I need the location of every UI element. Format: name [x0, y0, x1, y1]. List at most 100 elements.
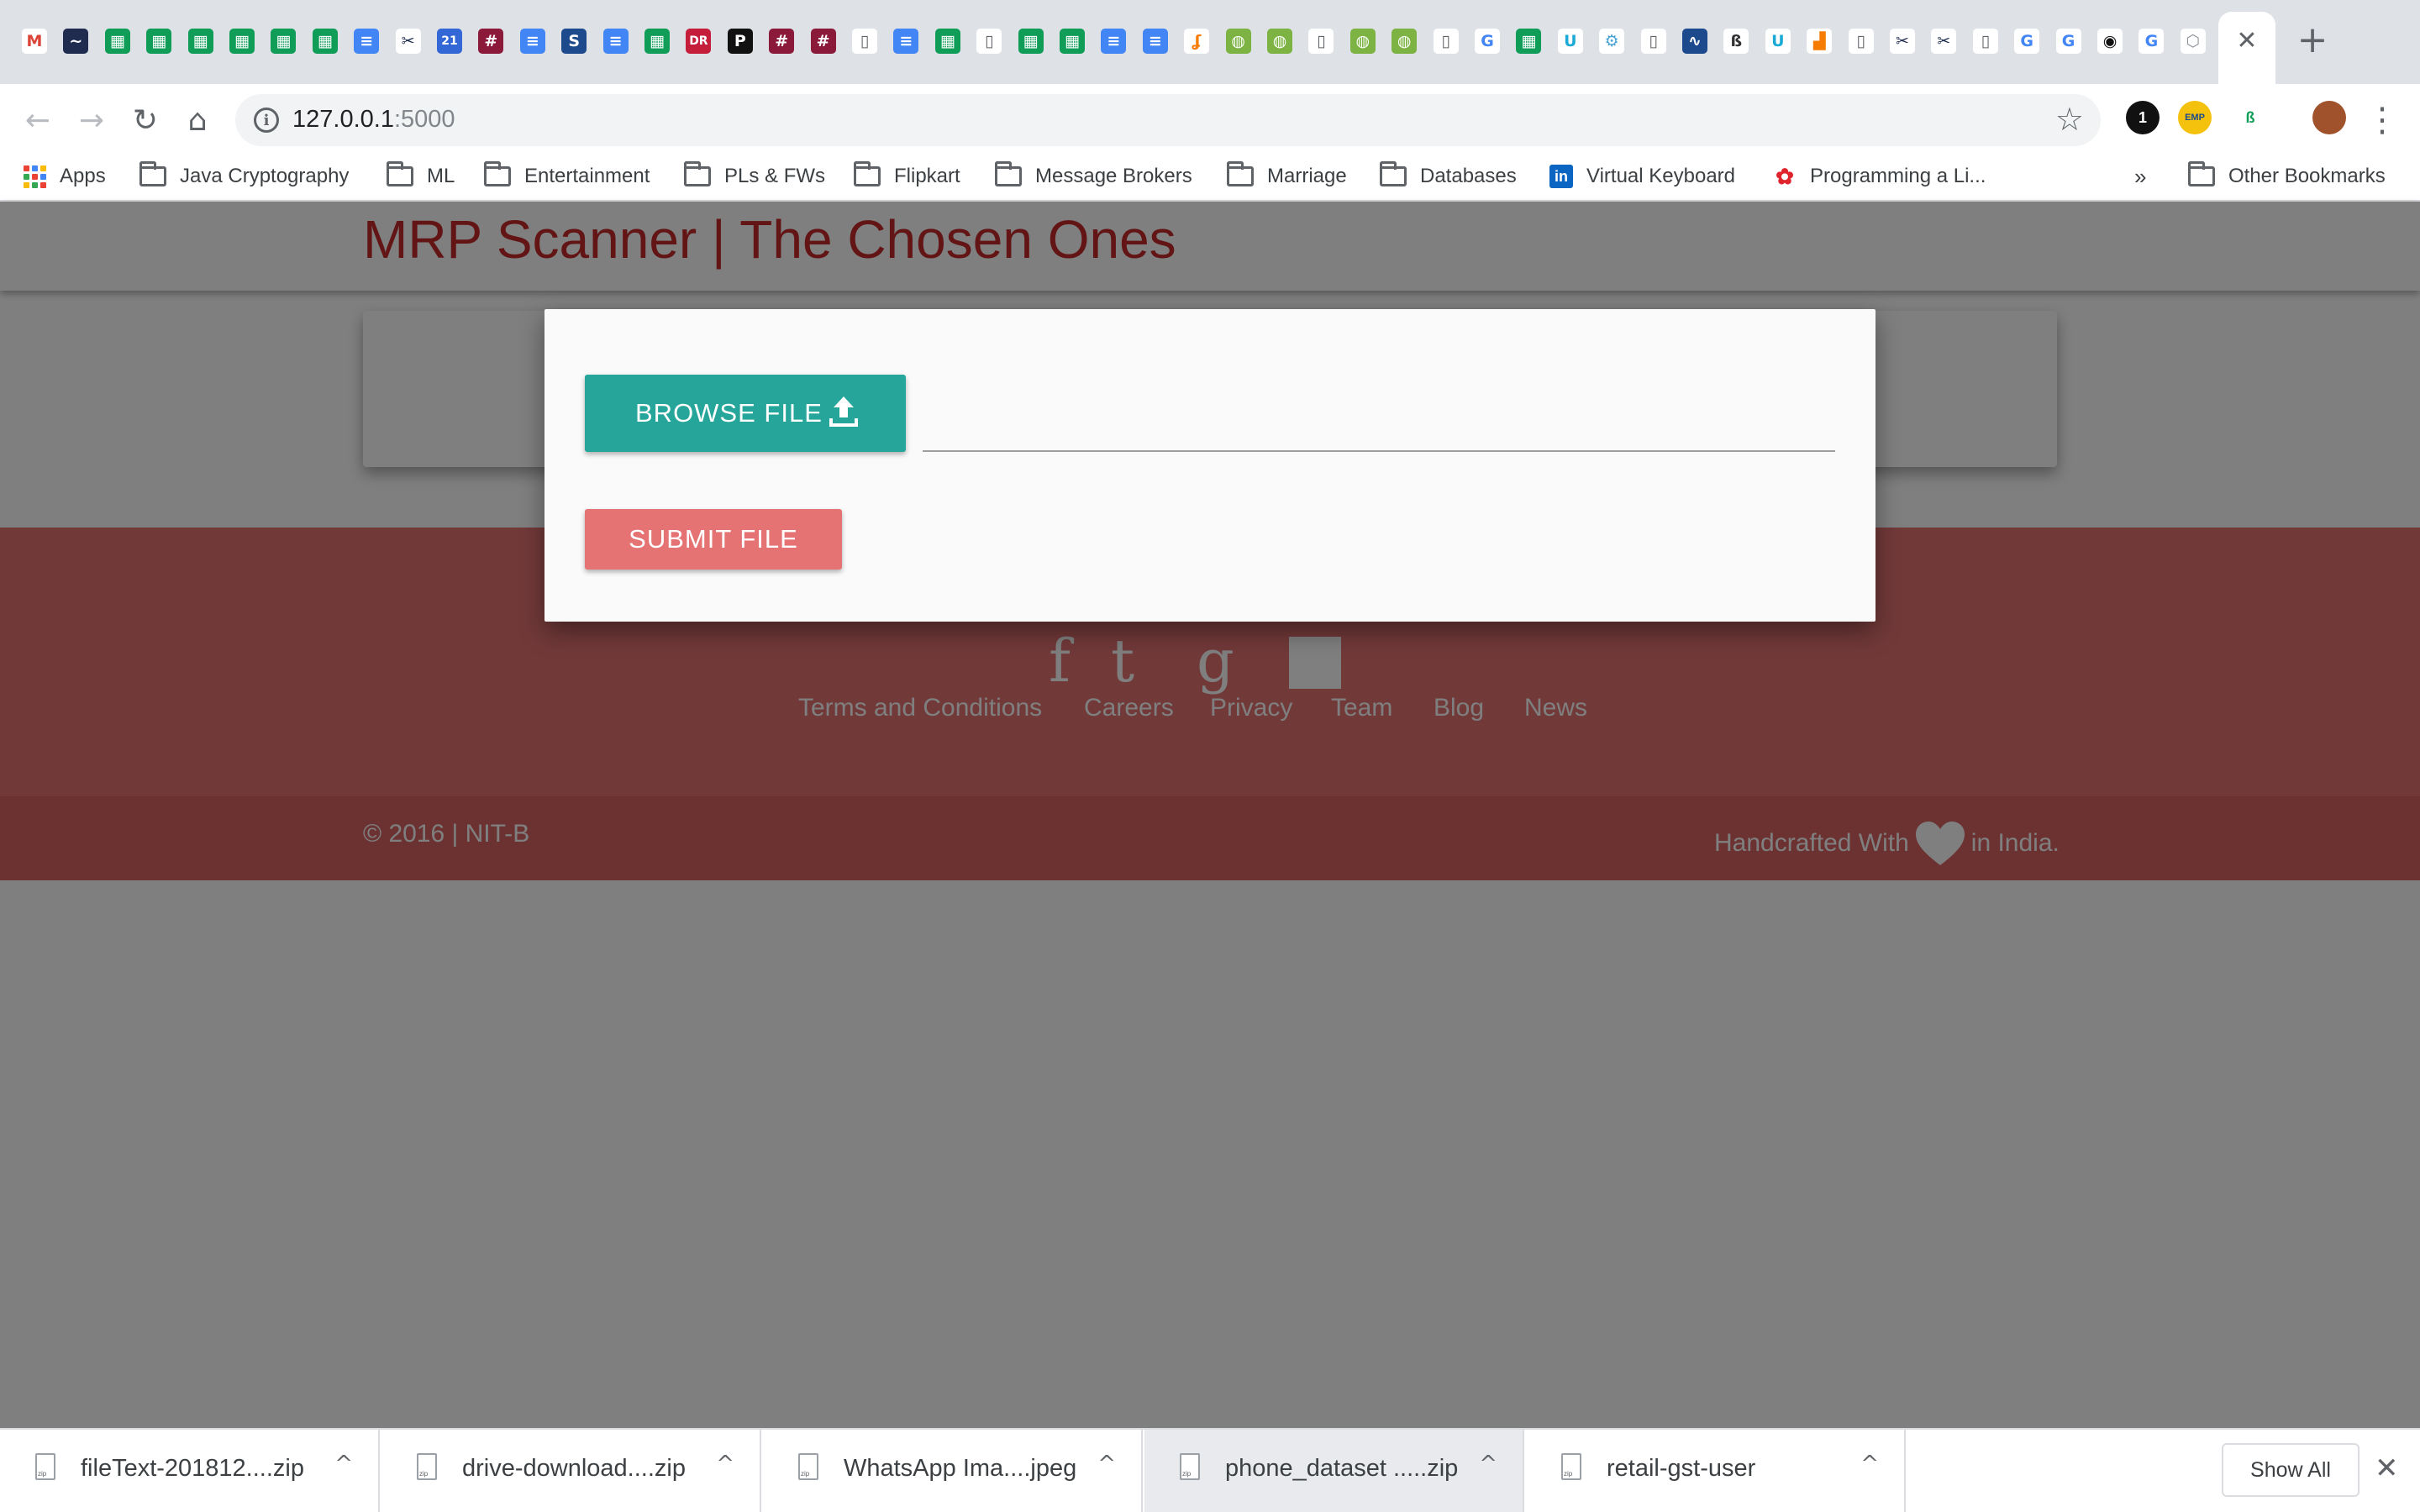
p-icon[interactable]: P [727, 29, 753, 54]
bookmark-other[interactable]: Other Bookmarks [2188, 153, 2386, 200]
bookmark-label: Programming a Li... [1810, 165, 1986, 187]
hashtag-icon[interactable]: # [478, 29, 504, 54]
google-icon[interactable]: G [2055, 29, 2081, 54]
address-bar[interactable]: i 127.0.0.1:5000 ☆ [235, 94, 2101, 146]
bookmark-item[interactable]: in Virtual Keyboard [1549, 153, 1735, 200]
bookmark-item[interactable]: PLs & FWs [684, 153, 825, 200]
chevron-up-icon[interactable]: ^ [716, 1452, 734, 1477]
chart-icon[interactable]: ▟ [1807, 29, 1833, 54]
file-icon[interactable]: ▯ [852, 29, 877, 54]
onepassword-icon[interactable]: 1 [2126, 101, 2160, 134]
close-tab-icon[interactable]: ✕ [2232, 25, 2262, 55]
sheets-icon[interactable]: ▦ [229, 29, 255, 54]
file-icon[interactable]: ▯ [1848, 29, 1874, 54]
chevron-up-icon[interactable]: ^ [1097, 1452, 1116, 1477]
file-icon[interactable]: ▯ [1972, 29, 1998, 54]
bookmark-item[interactable]: Entertainment [484, 153, 650, 200]
scissors-icon[interactable]: ✂ [1931, 29, 1957, 54]
bookmark-item[interactable]: Flipkart [854, 153, 960, 200]
udemy-icon[interactable]: U [1557, 29, 1583, 54]
globe-icon[interactable]: ◍ [1267, 29, 1292, 54]
file-path-input[interactable] [923, 402, 1835, 452]
download-item[interactable]: drive-download....zip ^ [381, 1430, 761, 1512]
sheets-icon[interactable]: ▦ [312, 29, 338, 54]
file-icon[interactable]: ▯ [1640, 29, 1666, 54]
google-icon[interactable]: G [1475, 29, 1500, 54]
docs-icon[interactable]: ≡ [1101, 29, 1127, 54]
emp-icon[interactable]: EMP [2178, 101, 2212, 134]
show-all-downloads-button[interactable]: Show All [2222, 1443, 2360, 1497]
wave-icon[interactable]: ∿ [1682, 29, 1707, 54]
sheets-icon[interactable]: ▦ [934, 29, 960, 54]
browser-menu-icon[interactable]: ⋮ [2365, 99, 2399, 141]
bookmark-item[interactable]: Databases [1380, 153, 1517, 200]
file-icon[interactable]: ▯ [1308, 29, 1334, 54]
dr-icon[interactable]: DR [686, 29, 712, 54]
new-tab-button[interactable]: + [2294, 22, 2331, 59]
file-icon[interactable]: ▯ [1433, 29, 1459, 54]
bookmark-apps[interactable]: Apps [24, 153, 106, 200]
globe-icon[interactable]: ◍ [1225, 29, 1251, 54]
scissors-icon[interactable]: ✂ [1890, 29, 1915, 54]
hashtag-icon[interactable]: # [810, 29, 836, 54]
browse-file-button[interactable]: BROWSE FILE [585, 375, 906, 452]
docs-icon[interactable]: ≡ [602, 29, 629, 54]
sheets-icon[interactable]: ▦ [146, 29, 172, 54]
lock-icon[interactable]: ß [1723, 29, 1749, 54]
profile-avatar-icon[interactable] [2312, 101, 2346, 134]
download-item[interactable]: phone_dataset .....zip ^ [1144, 1430, 1524, 1512]
docs-icon[interactable]: ≡ [354, 29, 380, 54]
bookmark-item[interactable]: Java Cryptography [139, 153, 349, 200]
bookmark-star-icon[interactable]: ☆ [2055, 101, 2084, 138]
gear-icon[interactable]: ⚙ [1599, 29, 1625, 54]
chevron-up-icon[interactable]: ^ [1479, 1452, 1497, 1477]
bookmark-item[interactable]: ML [387, 153, 455, 200]
google-icon[interactable]: G [2139, 29, 2165, 54]
bookmark-item[interactable]: Message Brokers [995, 153, 1192, 200]
globe-icon[interactable]: ◍ [1349, 29, 1376, 54]
flame-icon[interactable]: ʆ [1184, 29, 1210, 54]
close-shelf-icon[interactable]: ✕ [2375, 1452, 2399, 1485]
gmail-icon[interactable]: M [22, 29, 47, 54]
sheets-icon[interactable]: ▦ [104, 29, 130, 54]
globe-icon[interactable]: ◍ [1392, 29, 1418, 54]
chevron-up-icon[interactable]: ^ [334, 1452, 353, 1477]
home-button[interactable]: ⌂ [176, 99, 218, 141]
sheets-icon[interactable]: ▦ [1060, 29, 1085, 54]
info-icon[interactable]: i [254, 108, 279, 133]
site-icon[interactable]: ~ [63, 29, 89, 54]
forward-button[interactable]: → [71, 99, 113, 141]
chevron-up-icon[interactable]: ^ [1860, 1452, 1879, 1477]
docs-icon[interactable]: ≡ [519, 29, 545, 54]
sheets-icon[interactable]: ▦ [271, 29, 297, 54]
hashtag-icon[interactable]: # [769, 29, 795, 54]
bookmark-item[interactable]: ✿ Programming a Li... [1773, 153, 1986, 200]
udemy-icon[interactable]: U [1765, 29, 1791, 54]
download-filename: drive-download....zip [462, 1455, 686, 1482]
sheets-icon[interactable]: ▦ [644, 29, 670, 54]
calendar-icon[interactable]: 21 [437, 29, 462, 54]
submit-file-button[interactable]: SUBMIT FILE [585, 509, 842, 570]
sheets-icon[interactable]: ▦ [1516, 29, 1542, 54]
download-item[interactable]: fileText-201812....zip ^ [0, 1430, 380, 1512]
google-icon[interactable]: G [2014, 29, 2040, 54]
back-button[interactable]: ← [17, 99, 59, 141]
url-host: 127.0.0.1 [292, 106, 394, 133]
bookmarks-overflow-button[interactable]: » [2134, 153, 2146, 200]
extension-icon[interactable]: ß [2233, 101, 2267, 134]
reload-button[interactable]: ↻ [124, 99, 166, 141]
file-icon[interactable]: ▯ [976, 29, 1002, 54]
docs-icon[interactable]: ≡ [893, 29, 919, 54]
github-icon[interactable]: ◉ [2097, 29, 2123, 54]
download-item[interactable]: retail-gst-user ^ [1526, 1430, 1906, 1512]
url-text[interactable]: 127.0.0.1:5000 [292, 106, 455, 134]
s-icon[interactable]: S [561, 29, 587, 54]
sheets-icon[interactable]: ▦ [1018, 29, 1044, 54]
docs-icon[interactable]: ≡ [1142, 29, 1168, 54]
settings-icon[interactable]: ⬡ [2180, 29, 2206, 54]
download-item[interactable]: WhatsApp Ima....jpeg ^ [763, 1430, 1143, 1512]
bookmark-label: Apps [60, 165, 106, 187]
sheets-icon[interactable]: ▦ [187, 29, 213, 54]
scissors-icon[interactable]: ✂ [395, 29, 421, 54]
bookmark-item[interactable]: Marriage [1227, 153, 1347, 200]
